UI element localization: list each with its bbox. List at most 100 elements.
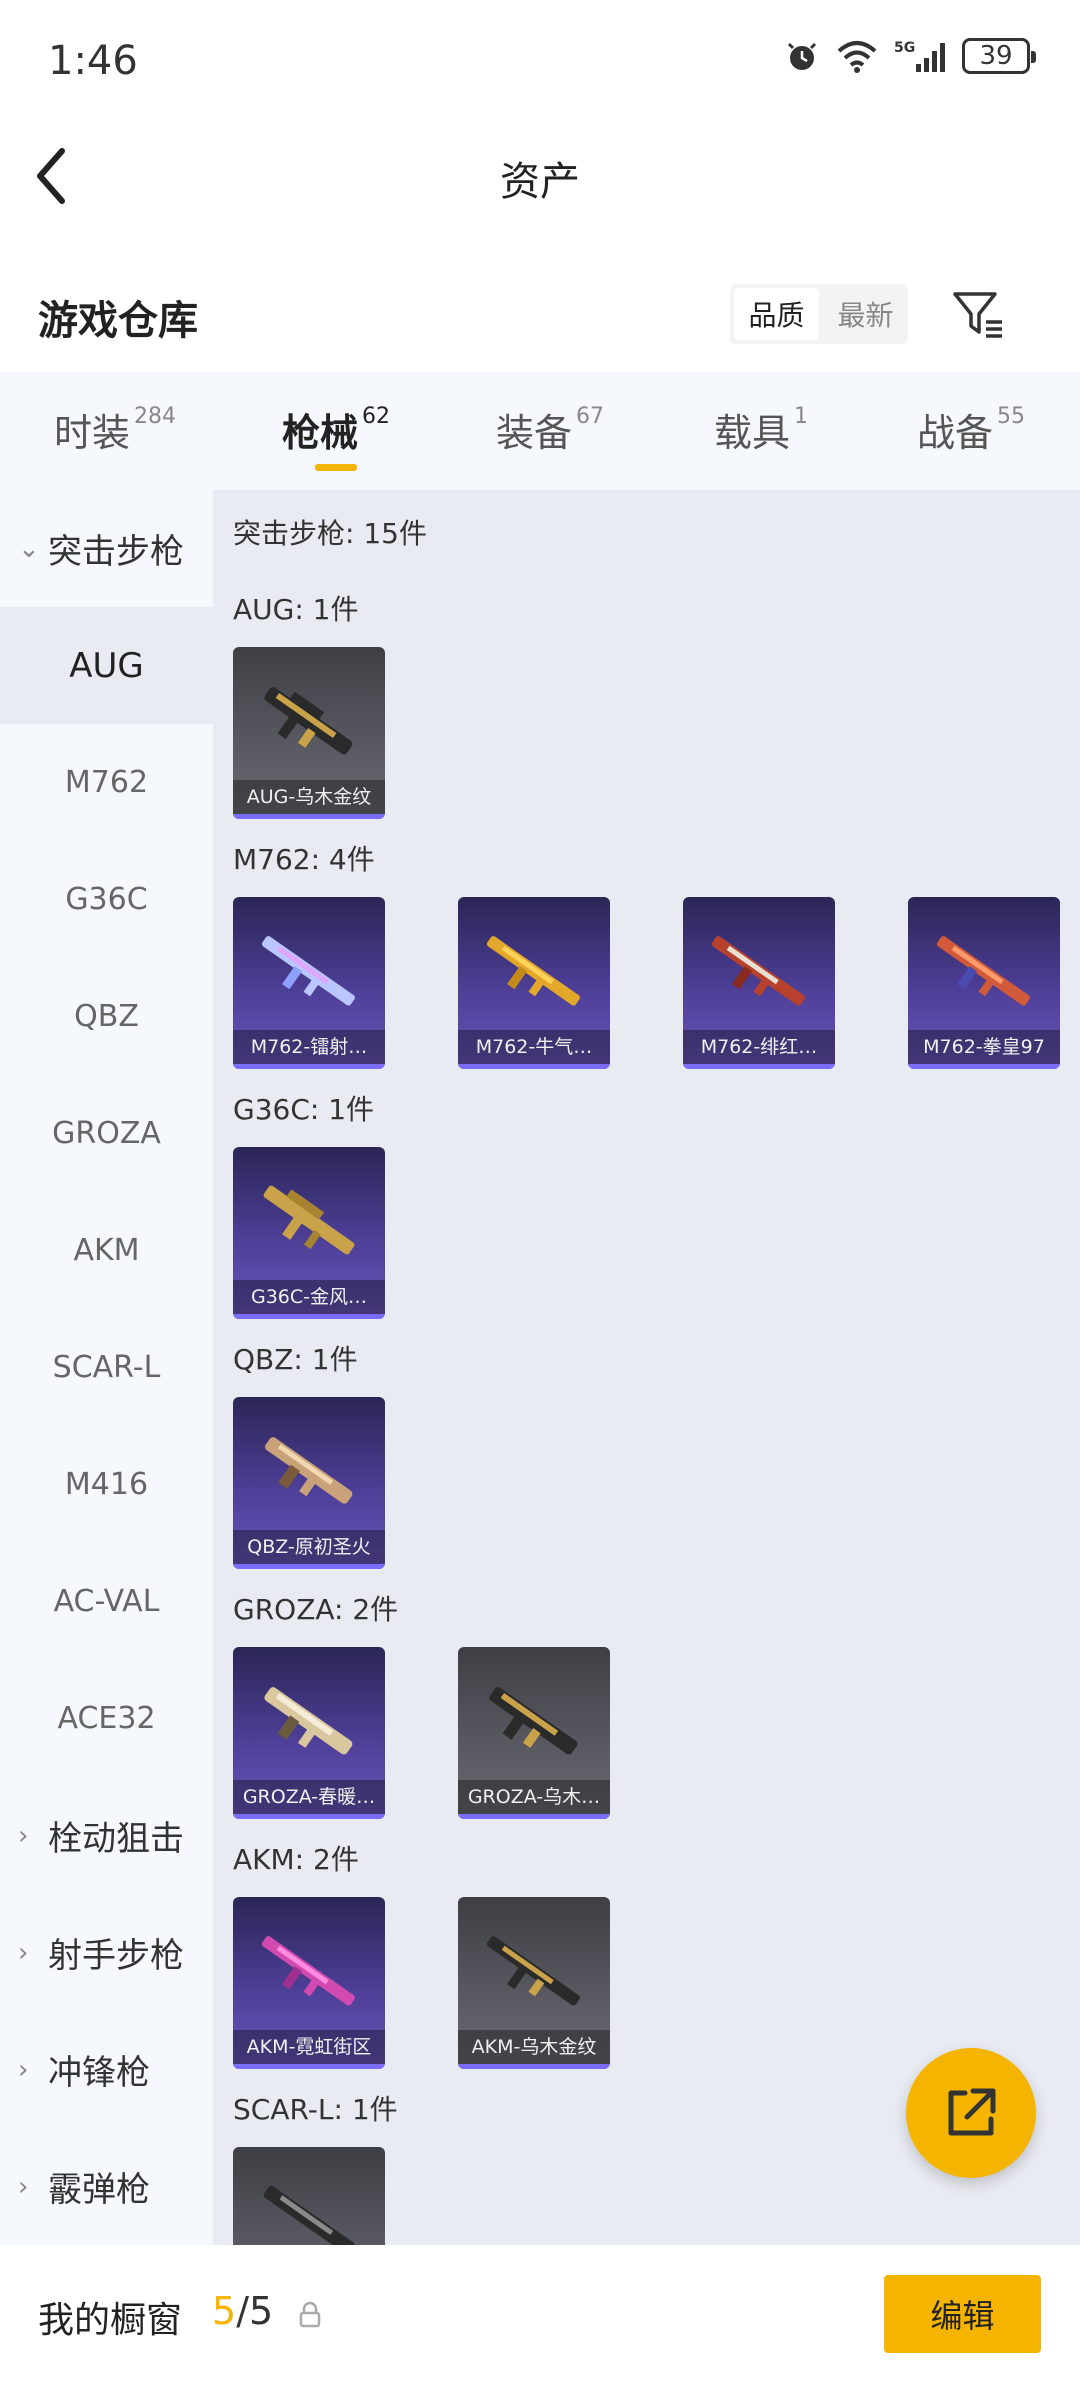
section-title-akm: AKM: 2件 <box>233 1843 359 1876</box>
share-button[interactable] <box>906 2048 1036 2178</box>
nav-item-ac-val[interactable]: AC-VAL <box>0 1543 213 1660</box>
weapon-card-label: M762-牛气… <box>458 1030 610 1064</box>
showcase-label: 我的橱窗 <box>38 2300 183 2341</box>
active-tab-indicator <box>315 464 357 471</box>
warehouse-header: 游戏仓库 品质 最新 <box>0 270 1080 370</box>
signal-5g-icon: 5G <box>894 40 945 72</box>
nav-item-aug[interactable]: AUG <box>0 607 213 724</box>
chevron-right-icon: › <box>18 2171 29 2202</box>
section-title-scar-l: SCAR-L: 1件 <box>233 2093 398 2126</box>
section-title-g36c: G36C: 1件 <box>233 1093 375 1126</box>
tab-fashion[interactable]: 时装 284 <box>54 402 176 457</box>
category-total: 突击步枪: 15件 <box>233 517 427 550</box>
weapon-card-label: G36C-金风… <box>233 1280 385 1314</box>
category-tabs: 时装 284 枪械 62 装备 67 载具 1 战备 55 <box>0 372 1080 490</box>
rifle-icon <box>261 936 355 1006</box>
weapon-card[interactable]: AUG-乌木金纹 <box>233 647 385 819</box>
section-title-groza: GROZA: 2件 <box>233 1593 399 1626</box>
weapon-card-label: QBZ-原初圣火 <box>233 1530 385 1564</box>
weapon-card-label: M762-镭射… <box>233 1030 385 1064</box>
nav-item-g36c[interactable]: G36C <box>0 841 213 958</box>
nav-item-m762[interactable]: M762 <box>0 724 213 841</box>
rifle-icon <box>261 1936 355 2006</box>
tab-fashion-label: 时装 <box>54 411 131 455</box>
chevron-right-icon: › <box>18 2054 29 2085</box>
rifle-icon <box>486 936 580 1006</box>
weapon-card[interactable]: M762-镭射… <box>233 897 385 1069</box>
alarm-icon <box>787 42 817 70</box>
rifle-icon <box>264 1687 353 1755</box>
section-title-aug: AUG: 1件 <box>233 593 359 626</box>
tab-supplies[interactable]: 战备 55 <box>917 402 1025 457</box>
rarity-bar <box>233 1314 385 1319</box>
nav-group-label: 冲锋枪 <box>48 2053 150 2093</box>
edit-button[interactable]: 编辑 <box>884 2275 1041 2353</box>
rarity-bar <box>233 814 385 819</box>
filter-button[interactable] <box>950 286 1006 342</box>
tab-fashion-count: 284 <box>134 404 177 429</box>
showcase-count-current: 5 <box>212 2289 237 2333</box>
section-title-m762: M762: 4件 <box>233 843 375 876</box>
weapon-card[interactable]: M762-绯红… <box>683 897 835 1069</box>
rarity-bar <box>683 1064 835 1069</box>
nav-group-label: 栓动狙击 <box>48 1819 184 1859</box>
tab-equipment-count: 67 <box>576 404 605 429</box>
nav-group-smg[interactable]: › 冲锋枪 <box>0 2011 213 2128</box>
tab-vehicles-label: 载具 <box>714 411 791 455</box>
nav-group-label: 射手步枪 <box>48 1936 184 1976</box>
weapon-card[interactable] <box>233 2147 385 2245</box>
status-bar: 1:46 5G 39 <box>0 0 1080 125</box>
weapon-card-label: M762-拳皇97 <box>908 1030 1060 1064</box>
nav-group-marksman[interactable]: › 射手步枪 <box>0 1894 213 2011</box>
weapon-card[interactable]: GROZA-乌木… <box>458 1647 610 1819</box>
nav-group-label: 霰弹枪 <box>48 2170 150 2210</box>
rarity-bar <box>233 2064 385 2069</box>
weapon-card[interactable]: M762-牛气… <box>458 897 610 1069</box>
section-title-qbz: QBZ: 1件 <box>233 1343 358 1376</box>
nav-group-assault-rifle[interactable]: ⌄ 突击步枪 <box>0 490 213 607</box>
sort-quality[interactable]: 品质 <box>734 288 819 340</box>
weapon-card-label: GROZA-春暖… <box>233 1780 385 1814</box>
rifle-icon <box>486 1936 580 2006</box>
rifle-icon <box>263 2185 355 2245</box>
rifle-icon <box>936 936 1030 1006</box>
rarity-bar <box>908 1064 1060 1069</box>
share-icon <box>948 2088 996 2136</box>
rifle-icon <box>264 687 353 755</box>
tab-equipment-label: 装备 <box>496 411 573 455</box>
weapon-card[interactable]: AKM-乌木金纹 <box>458 1897 610 2069</box>
nav-group-bolt-action[interactable]: › 栓动狙击 <box>0 1777 213 1894</box>
weapon-card[interactable]: G36C-金风… <box>233 1147 385 1319</box>
rifle-icon <box>263 1185 355 1255</box>
chevron-right-icon: › <box>18 1820 29 1851</box>
weapon-card[interactable]: M762-拳皇97 <box>908 897 1060 1069</box>
tab-firearms[interactable]: 枪械 62 <box>282 402 390 457</box>
nav-item-qbz[interactable]: QBZ <box>0 958 213 1075</box>
rarity-bar <box>458 1064 610 1069</box>
nav-item-ace32[interactable]: ACE32 <box>0 1660 213 1777</box>
weapon-card[interactable]: AKM-霓虹街区 <box>233 1897 385 2069</box>
tab-vehicles-count: 1 <box>794 404 809 429</box>
rarity-bar <box>458 2064 610 2069</box>
wifi-icon <box>837 41 877 73</box>
nav-item-akm[interactable]: AKM <box>0 1192 213 1309</box>
sort-latest[interactable]: 最新 <box>823 284 908 344</box>
nav-group-shotgun[interactable]: › 霰弹枪 <box>0 2128 213 2245</box>
weapon-card[interactable]: GROZA-春暖… <box>233 1647 385 1819</box>
nav-item-scar-l[interactable]: SCAR-L <box>0 1309 213 1426</box>
page-title: 资产 <box>500 159 580 205</box>
rifle-icon <box>265 1437 353 1504</box>
tab-supplies-label: 战备 <box>917 411 994 455</box>
tab-equipment[interactable]: 装备 67 <box>496 402 604 457</box>
nav-item-groza[interactable]: GROZA <box>0 1075 213 1192</box>
nav-group-label: 突击步枪 <box>48 532 184 572</box>
showcase-count-total: /5 <box>236 2289 274 2333</box>
weapon-card-label: GROZA-乌木… <box>458 1780 610 1814</box>
weapon-card[interactable]: QBZ-原初圣火 <box>233 1397 385 1569</box>
weapon-card-label: AUG-乌木金纹 <box>233 780 385 814</box>
showcase-count: 5/5 <box>212 2289 273 2333</box>
svg-text:5G: 5G <box>894 40 915 56</box>
nav-item-m416[interactable]: M416 <box>0 1426 213 1543</box>
tab-supplies-count: 55 <box>997 404 1026 429</box>
tab-vehicles[interactable]: 载具 1 <box>714 402 808 457</box>
